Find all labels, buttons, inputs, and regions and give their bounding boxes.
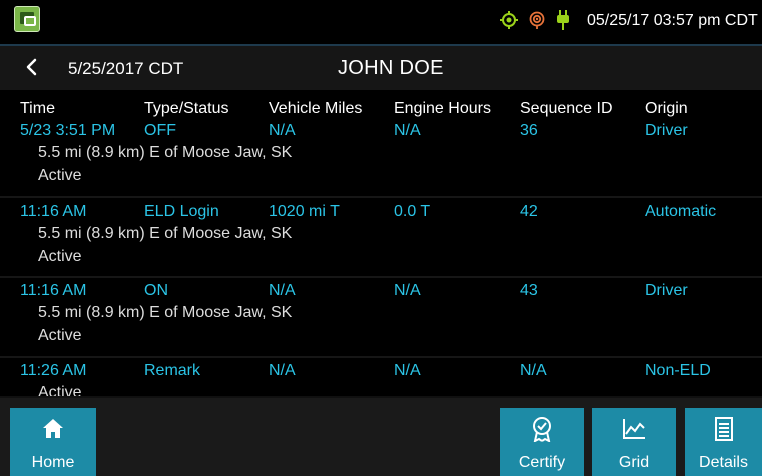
line-chart-icon [623, 419, 645, 439]
table-header: Time Type/Status Vehicle Miles Engine Ho… [0, 100, 762, 120]
row-status: Active [38, 248, 82, 265]
row-type: ELD Login [144, 203, 219, 220]
row-seq: 36 [520, 122, 538, 139]
row-divider [0, 276, 762, 278]
header-origin: Origin [645, 100, 688, 117]
certify-ribbon-icon [533, 417, 551, 442]
row-origin: Driver [645, 122, 688, 139]
row-status: Active [38, 167, 82, 184]
home-icon [43, 419, 63, 438]
row-origin: Automatic [645, 203, 717, 220]
row-hours: N/A [394, 362, 421, 379]
row-time: 11:16 AM [20, 282, 87, 299]
row-origin: Non-ELD [645, 362, 711, 379]
home-label: Home [31, 454, 75, 471]
row-type: ON [144, 282, 168, 299]
row-type: Remark [144, 362, 201, 379]
row-status: Active [38, 327, 82, 344]
document-list-icon [714, 417, 733, 441]
location-signal-icon [529, 11, 545, 29]
header-engine-hours: Engine Hours [394, 100, 491, 117]
status-bar: 05/25/17 03:57 pm CDT [0, 0, 762, 44]
back-arrow-icon[interactable] [22, 57, 42, 77]
row-time: 5/23 3:51 PM [20, 122, 116, 139]
row-divider [0, 356, 762, 358]
row-seq: N/A [520, 362, 547, 379]
table-row[interactable]: 11:26 AM Remark N/A N/A N/A Non-ELD Acti… [0, 362, 762, 396]
row-miles: N/A [269, 122, 296, 139]
row-status: Active [38, 384, 82, 396]
row-location: 5.5 mi (8.9 km) E of Moose Jaw, SK [38, 144, 293, 161]
row-miles: N/A [269, 362, 296, 379]
row-divider [0, 196, 762, 198]
header-vehicle-miles: Vehicle Miles [269, 100, 363, 117]
status-icons [500, 10, 570, 30]
table-row[interactable]: 11:16 AM ELD Login 1020 mi T 0.0 T 42 Au… [0, 203, 762, 281]
status-datetime: 05/25/17 03:57 pm CDT [587, 12, 758, 29]
row-hours: 0.0 T [394, 203, 431, 220]
row-location: 5.5 mi (8.9 km) E of Moose Jaw, SK [38, 304, 293, 321]
gps-icon [500, 11, 518, 29]
row-hours: N/A [394, 122, 421, 139]
power-plug-icon [557, 10, 569, 30]
grid-label: Grid [618, 454, 650, 471]
log-date: 5/25/2017 CDT [68, 59, 184, 78]
title-bar: 5/25/2017 CDT JOHN DOE [0, 44, 762, 90]
certify-label: Certify [518, 454, 566, 471]
row-origin: Driver [645, 282, 688, 299]
row-type: OFF [144, 122, 176, 139]
driver-name: JOHN DOE [338, 57, 444, 79]
row-hours: N/A [394, 282, 421, 299]
details-button[interactable]: Details [685, 408, 762, 476]
row-time: 11:16 AM [20, 203, 87, 220]
row-miles: 1020 mi T [269, 203, 340, 220]
grid-button[interactable]: Grid [592, 408, 676, 476]
row-miles: N/A [269, 282, 296, 299]
header-type-status: Type/Status [144, 100, 229, 117]
row-seq: 42 [520, 203, 538, 220]
row-location: 5.5 mi (8.9 km) E of Moose Jaw, SK [38, 225, 293, 242]
details-label: Details [699, 454, 748, 471]
certify-button[interactable]: Certify [500, 408, 584, 476]
header-sequence-id: Sequence ID [520, 100, 613, 117]
events-table: Time Type/Status Vehicle Miles Engine Ho… [0, 90, 762, 396]
table-row[interactable]: 11:16 AM ON N/A N/A 43 Driver 5.5 mi (8.… [0, 282, 762, 360]
row-seq: 43 [520, 282, 538, 299]
row-time: 11:26 AM [20, 362, 87, 379]
home-button[interactable]: Home [10, 408, 96, 476]
table-row[interactable]: 5/23 3:51 PM OFF N/A N/A 36 Driver 5.5 m… [0, 122, 762, 200]
app-logo-icon[interactable] [14, 6, 40, 32]
header-time: Time [20, 100, 55, 117]
bottom-nav-bar: Home Certify Grid Details [0, 396, 762, 476]
